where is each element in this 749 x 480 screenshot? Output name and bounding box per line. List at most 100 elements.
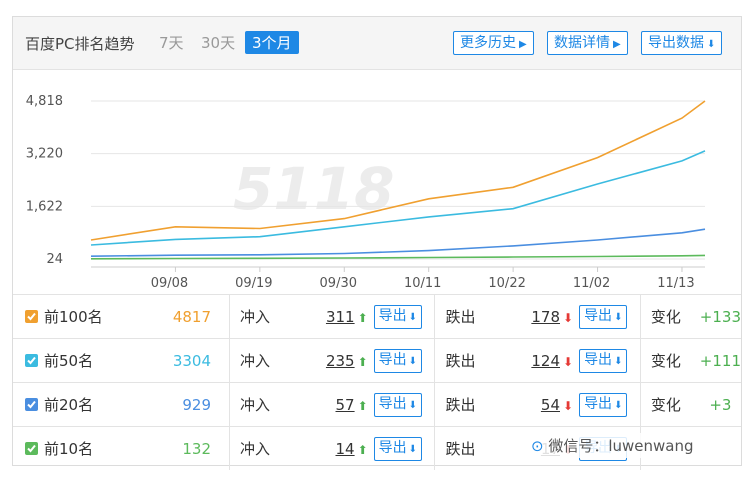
drop-label: 跌出 [435,339,504,383]
export-data-button[interactable]: 导出数据⬇ [641,31,722,55]
change-value [700,427,741,471]
series-name: 前10名 [44,440,93,458]
export-label: 导出 [584,308,612,324]
series-value: 132 [142,427,229,471]
caret-right-icon: ▶ [613,39,621,50]
export-label: 导出 [379,352,407,368]
arrow-down-icon: ⬇ [563,355,573,369]
range-7d[interactable]: 7天 [159,32,184,53]
more-history-label: 更多历史 [460,35,516,51]
range-3m[interactable]: 3个月 [245,31,299,54]
rank-trend-chart: 51184,8183,2201,6222409/0809/1909/3010/1… [13,69,743,294]
y-tick-label: 24 [46,252,63,267]
arrow-down-icon: ⬇ [563,311,573,325]
checkbox-checked-icon[interactable] [25,398,38,411]
y-tick-label: 1,622 [26,199,63,214]
summary-row: 前50名 3304 冲入 235⬆ 导出⬇ 跌出 124⬇ 导出⬇ 变化 +11… [13,339,741,383]
drop-count-link[interactable]: 124 [531,352,560,370]
export-label: 导出 [584,396,612,412]
drop-label: 跌出 [435,295,504,339]
summary-row: 前100名 4817 冲入 311⬆ 导出⬇ 跌出 178⬇ 导出⬇ 变化 +1… [13,295,741,339]
y-tick-label: 4,818 [26,94,63,109]
export-label: 导出 [379,308,407,324]
arrow-down-icon: ⬇ [563,399,573,413]
x-tick-label: 09/19 [235,276,272,291]
export-data-label: 导出数据 [648,35,704,51]
checkbox-checked-icon[interactable] [25,310,38,323]
drop-count-link[interactable]: 54 [541,396,560,414]
export-drop-button[interactable]: 导出⬇ [579,305,627,329]
rise-label: 冲入 [230,339,299,383]
series-toggle[interactable]: 前100名 [13,295,142,339]
rank-trend-panel: 百度PC排名趋势 7天 30天 3个月 更多历史▶ 数据详情▶ 导出数据⬇ 51… [12,16,742,466]
download-icon: ⬇ [707,39,715,50]
download-icon: ⬇ [614,356,622,367]
series-line [91,101,705,240]
data-detail-button[interactable]: 数据详情▶ [547,31,628,55]
download-icon: ⬇ [409,400,417,411]
data-detail-label: 数据详情 [554,35,610,51]
export-rise-button[interactable]: 导出⬇ [374,349,422,373]
caret-right-icon: ▶ [519,39,527,50]
series-value: 929 [142,383,229,427]
x-tick-label: 09/08 [151,276,188,291]
change-value: +3 [700,383,741,427]
series-line [91,229,705,256]
x-tick-label: 11/02 [573,276,610,291]
download-icon: ⬇ [409,444,417,455]
x-tick-label: 11/13 [657,276,694,291]
panel-title: 百度PC排名趋势 [25,33,135,54]
series-value: 3304 [142,339,229,383]
rise-label: 冲入 [230,295,299,339]
drop-count-link[interactable]: 178 [531,308,560,326]
export-rise-button[interactable]: 导出⬇ [374,393,422,417]
drop-label: 跌出 [435,427,504,471]
wechat-overlay: ⊙ 微信号：luwenwang [527,433,698,458]
series-name: 前50名 [44,352,93,370]
download-icon: ⬇ [409,356,417,367]
export-label: 导出 [379,396,407,412]
series-value: 4817 [142,295,229,339]
change-label: 变化 [640,339,699,383]
panel-header: 百度PC排名趋势 7天 30天 3个月 更多历史▶ 数据详情▶ 导出数据⬇ [13,17,741,70]
export-drop-button[interactable]: 导出⬇ [579,349,627,373]
arrow-up-icon: ⬆ [358,355,368,369]
export-label: 导出 [584,352,612,368]
download-icon: ⬇ [614,312,622,323]
series-name: 前100名 [44,308,103,326]
series-toggle[interactable]: 前50名 [13,339,142,383]
drop-label: 跌出 [435,383,504,427]
checkbox-checked-icon[interactable] [25,442,38,455]
rise-count-link[interactable]: 235 [326,352,355,370]
change-value: +133 [700,295,741,339]
rise-count-link[interactable]: 14 [336,440,355,458]
wechat-icon: ⊙ [531,437,544,455]
x-tick-label: 10/11 [404,276,441,291]
x-tick-label: 09/30 [320,276,357,291]
series-toggle[interactable]: 前10名 [13,427,142,471]
y-tick-label: 3,220 [26,147,63,162]
range-30d[interactable]: 30天 [201,32,235,53]
series-line [91,151,705,245]
arrow-up-icon: ⬆ [358,311,368,325]
export-drop-button[interactable]: 导出⬇ [579,393,627,417]
rise-count-link[interactable]: 57 [336,396,355,414]
wechat-overlay-text: 微信号：luwenwang [548,437,693,455]
export-rise-button[interactable]: 导出⬇ [374,305,422,329]
summary-row: 前20名 929 冲入 57⬆ 导出⬇ 跌出 54⬇ 导出⬇ 变化 +3 [13,383,741,427]
rise-label: 冲入 [230,427,299,471]
rise-count-link[interactable]: 311 [326,308,355,326]
series-toggle[interactable]: 前20名 [13,383,142,427]
x-tick-label: 11/24 [742,276,743,291]
change-value: +111 [700,339,741,383]
more-history-button[interactable]: 更多历史▶ [453,31,534,55]
export-rise-button[interactable]: 导出⬇ [374,437,422,461]
change-label: 变化 [640,383,699,427]
download-icon: ⬇ [409,312,417,323]
arrow-up-icon: ⬆ [358,399,368,413]
checkbox-checked-icon[interactable] [25,354,38,367]
export-label: 导出 [379,440,407,456]
series-name: 前20名 [44,396,93,414]
rise-label: 冲入 [230,383,299,427]
arrow-up-icon: ⬆ [358,443,368,457]
